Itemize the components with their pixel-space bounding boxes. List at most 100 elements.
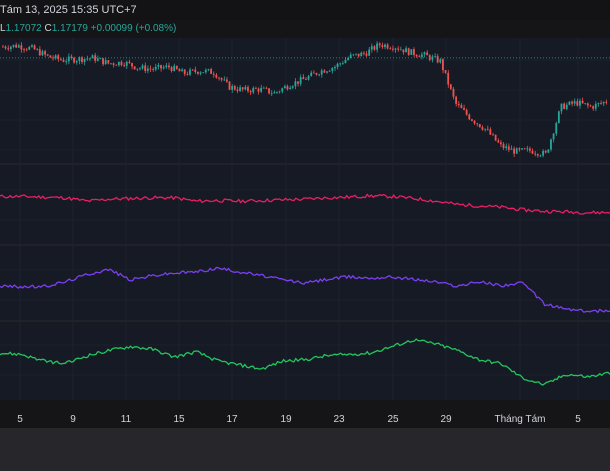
x-tick-label: 17 — [226, 414, 238, 425]
candle — [139, 68, 141, 70]
candle — [312, 72, 315, 74]
candle — [457, 103, 460, 106]
candle — [405, 48, 407, 53]
candle — [481, 127, 484, 130]
candle — [41, 51, 44, 56]
candle — [249, 91, 252, 93]
candle — [23, 49, 25, 51]
candle — [104, 60, 107, 65]
candle — [600, 103, 602, 104]
candle — [215, 74, 218, 78]
candle — [128, 61, 131, 64]
candle — [397, 48, 400, 50]
candle — [328, 70, 331, 72]
candle — [241, 87, 244, 90]
candle — [12, 44, 15, 47]
candle — [223, 79, 226, 81]
candle — [579, 100, 581, 106]
candle — [154, 66, 157, 70]
candle — [473, 120, 476, 124]
candle — [320, 70, 323, 75]
candle — [391, 48, 394, 50]
candle — [452, 88, 455, 97]
candle — [510, 148, 513, 150]
candle — [257, 88, 260, 92]
candle — [152, 69, 155, 70]
candle — [463, 108, 465, 110]
candle — [99, 58, 102, 60]
candle — [318, 74, 321, 76]
candle — [268, 88, 270, 94]
candle — [344, 59, 347, 64]
candle — [460, 105, 463, 109]
x-tick-label: 9 — [70, 414, 76, 425]
candle — [368, 49, 371, 56]
candle — [299, 77, 302, 84]
candle — [586, 103, 589, 106]
candle — [30, 45, 33, 47]
candle — [497, 140, 500, 143]
candle — [170, 67, 173, 71]
candle — [141, 65, 144, 69]
candle — [528, 148, 531, 151]
candle — [260, 87, 263, 92]
candle — [231, 86, 234, 90]
candle — [521, 148, 523, 150]
candle — [331, 68, 334, 71]
candle — [178, 69, 181, 72]
candle — [518, 148, 521, 150]
candle — [465, 109, 468, 115]
candle — [378, 43, 381, 46]
candle — [455, 96, 458, 104]
candle — [447, 72, 450, 85]
pane-bg-4 — [0, 322, 610, 400]
candle — [484, 128, 486, 130]
candle — [202, 72, 205, 74]
candle — [581, 100, 584, 104]
candle — [88, 58, 91, 60]
candle — [286, 86, 289, 90]
candle — [573, 101, 576, 104]
candle — [407, 48, 410, 55]
candle — [86, 58, 89, 60]
candle — [2, 46, 4, 48]
candle — [531, 150, 534, 154]
candle — [494, 134, 497, 141]
candle — [254, 87, 257, 89]
candle — [568, 101, 571, 105]
candle — [478, 124, 481, 128]
candle — [265, 87, 268, 89]
candle — [536, 154, 539, 156]
candle — [120, 61, 123, 66]
candle — [194, 69, 197, 72]
candle — [418, 56, 421, 58]
candle — [499, 142, 502, 145]
candle — [333, 66, 336, 69]
candle — [125, 61, 128, 66]
candle — [310, 72, 313, 77]
candle — [218, 77, 220, 79]
candle — [589, 105, 592, 107]
candle — [542, 150, 544, 156]
close-label: C — [44, 23, 52, 34]
candle — [199, 72, 202, 74]
candle — [276, 91, 278, 93]
candle — [210, 69, 212, 74]
x-tick-label: 25 — [387, 414, 399, 425]
ohlc-legend: L1.17072 C1.17179 +0.00099 (+0.08%) — [0, 20, 610, 38]
candle — [355, 53, 357, 55]
chart-area[interactable]: 5 9 11 15 17 19 23 25 29 Tháng Tám 5 — [0, 20, 610, 428]
x-tick-label: 5 — [17, 414, 23, 425]
candle — [281, 88, 284, 92]
candle — [59, 59, 62, 60]
candle — [196, 71, 199, 74]
candle — [539, 155, 542, 157]
candle — [228, 81, 231, 90]
candle — [384, 44, 386, 48]
candle — [247, 87, 249, 92]
candle — [547, 149, 550, 153]
candle — [9, 46, 12, 50]
candle — [468, 114, 471, 120]
candle — [102, 58, 104, 65]
candle — [434, 56, 436, 57]
